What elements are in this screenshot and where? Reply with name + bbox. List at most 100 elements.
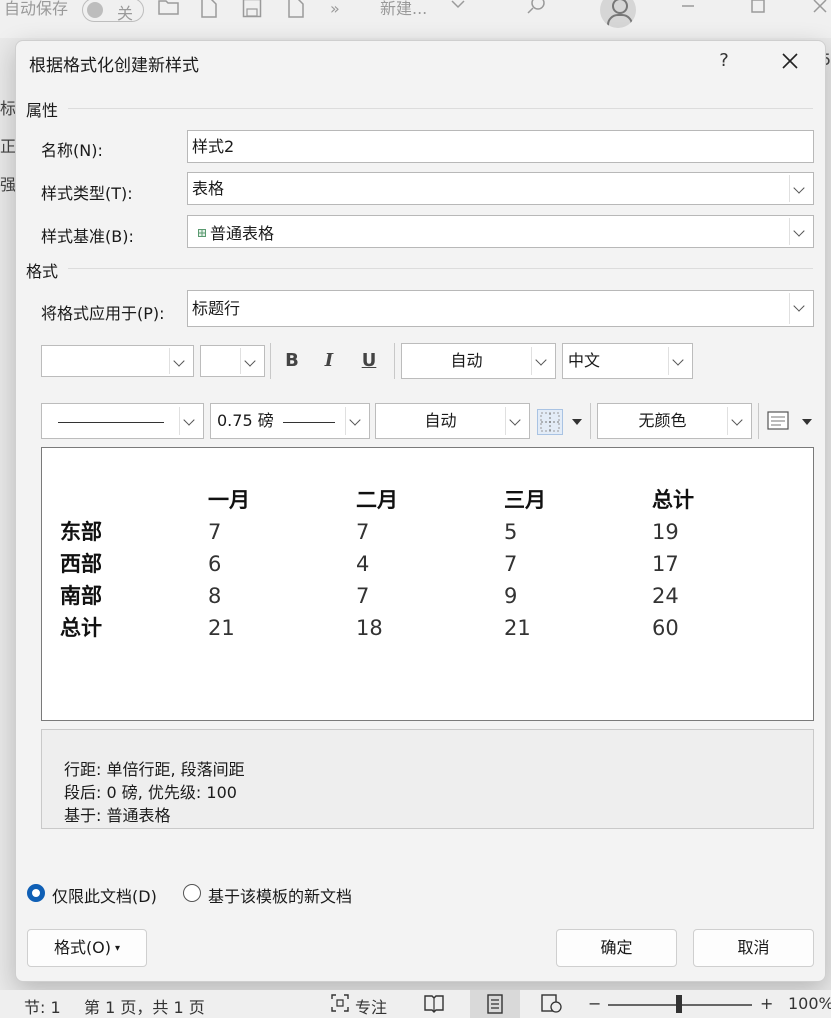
chevron-down-icon[interactable] — [169, 348, 191, 374]
focus-label[interactable]: 专注 — [355, 994, 387, 1018]
style-based-select[interactable]: 普通表格 — [187, 215, 814, 248]
dropdown-arrow-icon: ▾ — [115, 943, 121, 954]
radio-this-document-label[interactable]: 仅限此文档(D) — [52, 883, 157, 907]
status-bar: 节: 1 第 1 页，共 1 页 专注 − + 100% — [0, 990, 831, 1018]
style-based-value: 普通表格 — [210, 224, 275, 243]
chevron-down-icon[interactable] — [531, 347, 553, 375]
maximize-icon[interactable] — [750, 0, 766, 18]
title-dropdown-icon[interactable] — [450, 0, 466, 16]
chevron-down-icon[interactable] — [727, 407, 749, 435]
table-cell: 17 — [652, 552, 679, 576]
radio-new-documents[interactable] — [183, 884, 201, 902]
chevron-down-icon[interactable] — [789, 293, 811, 324]
chevron-down-icon[interactable] — [668, 347, 690, 375]
chevron-down-icon[interactable] — [505, 407, 527, 435]
preview-table: 一月 二月 三月 总计 东部 7 7 5 19 西部 6 4 7 17 南部 8… — [60, 484, 800, 644]
border-color-value: 自动 — [424, 411, 457, 430]
more-commands-icon[interactable]: » — [330, 0, 340, 20]
style-type-select[interactable]: 表格 — [187, 172, 814, 205]
save-icon[interactable] — [242, 0, 262, 18]
close-button[interactable] — [776, 47, 804, 75]
chevron-down-icon[interactable] — [345, 407, 367, 435]
font-size-select[interactable] — [200, 345, 265, 377]
alignment-icon[interactable] — [767, 411, 789, 435]
table-cell: 8 — [208, 584, 222, 608]
script-value: 中文 — [568, 351, 601, 370]
zoom-slider-thumb[interactable] — [676, 995, 682, 1013]
print-layout-view[interactable] — [470, 990, 520, 1018]
font-color-select[interactable]: 自动 — [401, 343, 556, 379]
border-width-select[interactable]: 0.75 磅 — [210, 403, 370, 439]
style-item[interactable]: 正文 — [0, 128, 16, 166]
cancel-button[interactable]: 取消 — [693, 929, 814, 967]
table-cell: 4 — [356, 552, 370, 576]
chevron-down-icon[interactable] — [179, 407, 201, 435]
script-select[interactable]: 中文 — [562, 343, 693, 379]
chevron-down-icon[interactable] — [789, 218, 811, 245]
format-menu-button[interactable]: 格式(O) ▾ — [27, 929, 147, 967]
table-cell: 二月 — [356, 488, 398, 512]
table-row: 西部 6 4 7 17 — [60, 548, 800, 580]
table-cell: 5 — [504, 520, 518, 544]
toolbar-separator — [590, 403, 591, 439]
focus-icon[interactable] — [330, 993, 350, 1017]
table-cell: 18 — [356, 616, 383, 640]
open-folder-icon[interactable] — [158, 0, 180, 18]
help-button[interactable]: ? — [712, 49, 736, 73]
table-cell: 7 — [208, 520, 222, 544]
name-input[interactable]: 样式2 — [187, 130, 814, 163]
format-section-title: 格式 — [26, 262, 59, 281]
apply-to-select[interactable]: 标题行 — [187, 290, 814, 327]
line-style-icon — [58, 422, 164, 423]
borders-icon[interactable] — [537, 409, 563, 435]
search-icon[interactable] — [526, 0, 546, 16]
autosave-state: 关 — [117, 4, 134, 23]
web-layout-icon[interactable] — [540, 993, 562, 1017]
radio-new-documents-label[interactable]: 基于该模板的新文档 — [208, 883, 352, 907]
apply-to-label: 将格式应用于(P): — [41, 304, 165, 323]
page-indicator[interactable]: 第 1 页，共 1 页 — [84, 994, 205, 1018]
style-item[interactable]: 标题 — [0, 90, 16, 128]
close-icon — [782, 53, 798, 69]
table-cell: 21 — [208, 616, 235, 640]
border-color-select[interactable]: 自动 — [375, 403, 530, 439]
new-document-icon[interactable] — [200, 0, 218, 18]
table-cell: 南部 — [60, 584, 102, 608]
zoom-level[interactable]: 100% — [788, 994, 831, 1013]
style-type-label: 样式类型(T): — [41, 184, 133, 203]
line-weight-icon — [283, 422, 335, 423]
section-indicator[interactable]: 节: 1 — [24, 994, 61, 1018]
style-item[interactable]: 强调 — [0, 166, 16, 204]
document-title[interactable]: 新建... — [380, 0, 427, 20]
chevron-down-icon[interactable] — [789, 175, 811, 202]
app-title-bar: 自动保存 关 » 新建... — [0, 0, 831, 38]
name-label: 名称(N): — [41, 141, 103, 160]
chevron-down-icon[interactable] — [240, 348, 262, 374]
user-avatar[interactable] — [600, 0, 636, 28]
radio-this-document[interactable] — [27, 884, 45, 902]
borders-dropdown-icon[interactable] — [572, 419, 582, 425]
table-cell: 19 — [652, 520, 679, 544]
underline-button[interactable]: U — [356, 347, 382, 375]
italic-button[interactable]: I — [316, 347, 342, 375]
dialog-title: 根据格式化创建新样式 — [29, 56, 199, 76]
divider — [68, 108, 813, 109]
ok-button[interactable]: 确定 — [556, 929, 677, 967]
window-close-icon[interactable] — [812, 0, 828, 18]
shading-select[interactable]: 无颜色 — [597, 403, 752, 439]
minimize-icon[interactable] — [680, 0, 696, 18]
border-style-select[interactable] — [41, 403, 204, 439]
table-cell: 7 — [504, 552, 518, 576]
table-cell: 总计 — [60, 616, 102, 640]
zoom-in-button[interactable]: + — [760, 994, 773, 1013]
alignment-dropdown-icon[interactable] — [802, 419, 812, 425]
table-cell: 24 — [652, 584, 679, 608]
table-cell: 总计 — [652, 488, 694, 512]
read-mode-icon[interactable] — [423, 993, 445, 1017]
font-select[interactable] — [41, 345, 194, 377]
zoom-out-button[interactable]: − — [588, 994, 601, 1013]
description-line: 段后: 0 磅, 优先级: 100 — [64, 783, 237, 802]
print-preview-icon[interactable] — [286, 0, 306, 18]
bold-button[interactable]: B — [279, 347, 305, 375]
autosave-toggle[interactable]: 关 — [82, 0, 144, 23]
